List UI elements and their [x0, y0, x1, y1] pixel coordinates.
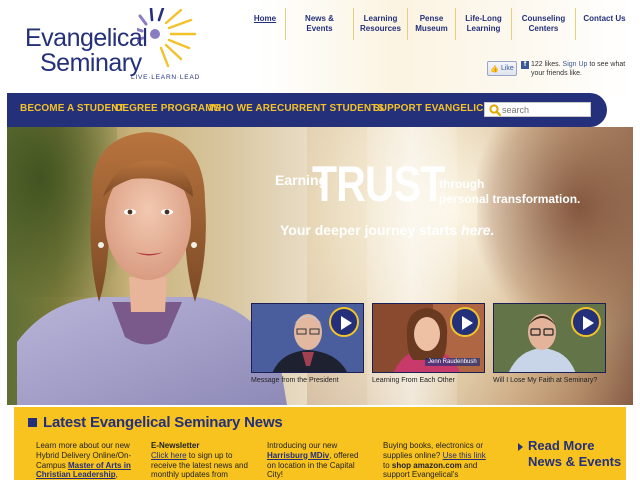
mainnav-who-we-are[interactable]: WHO WE ARE [209, 103, 277, 114]
hero-background-person [477, 127, 633, 327]
hero-trust-text: TRUST [312, 156, 445, 212]
logo-line2: Seminary [40, 49, 142, 77]
video-nametag: Jenn Raudenbush [425, 358, 480, 366]
video-caption[interactable]: Learning From Each Other [372, 377, 493, 384]
hero-transformation-text: personal transformation. [439, 192, 581, 206]
facebook-icon: f [521, 61, 529, 69]
search-box [484, 102, 591, 117]
arrow-right-icon [518, 442, 523, 451]
video-item-faith[interactable]: Will I Lose My Faith at Seminary? [493, 303, 614, 384]
news-item-text: Introducing our new [267, 441, 338, 450]
harrisburg-mdiv-link[interactable]: Harrisburg MDiv [267, 451, 329, 460]
read-more-news-link[interactable]: Read More News & Events [518, 438, 621, 470]
topnav-life-long-learning[interactable]: Life-Long Learning [455, 8, 511, 40]
thumbs-up-icon: 👍 [490, 65, 499, 73]
video-item-learning[interactable]: Jenn Raudenbush Learning From Each Other [372, 303, 493, 384]
facebook-like-count: 122 likes. [531, 61, 561, 68]
video-thumbnail[interactable] [493, 303, 606, 373]
news-title: Latest Evangelical Seminary News [28, 414, 283, 431]
amazon-use-link[interactable]: Use this link [443, 451, 486, 460]
news-item-amazon: Buying books, electronics or supplies on… [383, 441, 487, 480]
facebook-like-label: Like [500, 65, 514, 72]
newsletter-signup-link[interactable]: Click here [151, 451, 187, 460]
logo-wordmark: Evangelical Seminary [25, 24, 148, 77]
mainnav-support-evangelical[interactable]: SUPPORT EVANGELICAL [373, 103, 497, 114]
video-caption[interactable]: Will I Lose My Faith at Seminary? [493, 377, 614, 384]
read-more-line1[interactable]: Read More [528, 438, 594, 453]
video-thumbnail[interactable] [251, 303, 364, 373]
logo-tagline: LIVE·LEARN·LEAD [131, 74, 201, 81]
topnav-contact-us[interactable]: Contact Us [575, 8, 633, 40]
main-navigation: BECOME A STUDENT DEGREE PROGRAMS WHO WE … [7, 93, 607, 127]
facebook-signup-link[interactable]: Sign Up [563, 61, 588, 68]
search-icon[interactable] [488, 103, 502, 117]
page: Evangelical Seminary LIVE·LEARN·LEAD Hom… [7, 0, 633, 480]
header: Evangelical Seminary LIVE·LEARN·LEAD Hom… [7, 0, 633, 96]
read-more-line2[interactable]: News & Events [518, 454, 621, 470]
topnav-home[interactable]: Home [245, 8, 285, 40]
topnav-learning-resources[interactable]: Learning Resources [353, 8, 407, 40]
facebook-like-text: 122 likes. Sign Up to see what your frie… [531, 60, 631, 78]
video-thumbnail[interactable]: Jenn Raudenbush [372, 303, 485, 373]
hero-through-word: through [439, 177, 485, 191]
hero-here-link[interactable]: here. [461, 222, 494, 238]
shop-amazon-text: shop amazon.com [391, 460, 462, 470]
topnav-counseling-centers[interactable]: Counseling Centers [511, 8, 575, 40]
square-bullet-icon [28, 418, 37, 427]
logo[interactable]: Evangelical Seminary LIVE·LEARN·LEAD [25, 8, 199, 88]
topnav-pense-museum[interactable]: Pense Museum [407, 8, 455, 40]
play-icon[interactable] [571, 307, 601, 337]
video-item-president[interactable]: Message from the President [251, 303, 372, 384]
news-section: Latest Evangelical Seminary News Learn m… [14, 405, 626, 480]
news-item-hybrid: Learn more about our new Hybrid Delivery… [36, 441, 142, 480]
top-navigation: Home News & Events Learning Resources Pe… [245, 8, 633, 42]
mainnav-degree-programs[interactable]: DEGREE PROGRAMS [115, 103, 220, 114]
search-input[interactable] [502, 103, 582, 116]
news-title-text: Latest Evangelical Seminary News [43, 414, 283, 431]
video-list: Message from the President Jenn Raudenbu… [251, 303, 614, 384]
news-item-newsletter: E-Newsletter Click here to sign up to re… [151, 441, 259, 480]
hero-through-text: through personal transformation. [439, 177, 580, 207]
news-item-heading: E-Newsletter [151, 441, 200, 450]
news-item-text-mid: to [383, 460, 392, 470]
play-icon[interactable] [450, 307, 480, 337]
facebook-like-button[interactable]: 👍 Like [487, 61, 517, 76]
hero-journey-lead: Your deeper journey starts [280, 222, 462, 238]
hero-journey-text[interactable]: Your deeper journey starts here. [280, 222, 494, 238]
logo-line1: Evangelical [25, 24, 148, 52]
video-caption[interactable]: Message from the President [251, 377, 372, 384]
mainnav-current-students[interactable]: CURRENT STUDENTS [277, 103, 384, 114]
topnav-news-events[interactable]: News & Events [285, 8, 353, 40]
news-item-harrisburg: Introducing our new Harrisburg MDiv, off… [267, 441, 359, 480]
hero-banner: Earning TRUST through personal transform… [7, 127, 633, 405]
hero-woman-photo [17, 132, 287, 405]
mainnav-become-a-student[interactable]: BECOME A STUDENT [20, 103, 125, 114]
play-icon[interactable] [329, 307, 359, 337]
